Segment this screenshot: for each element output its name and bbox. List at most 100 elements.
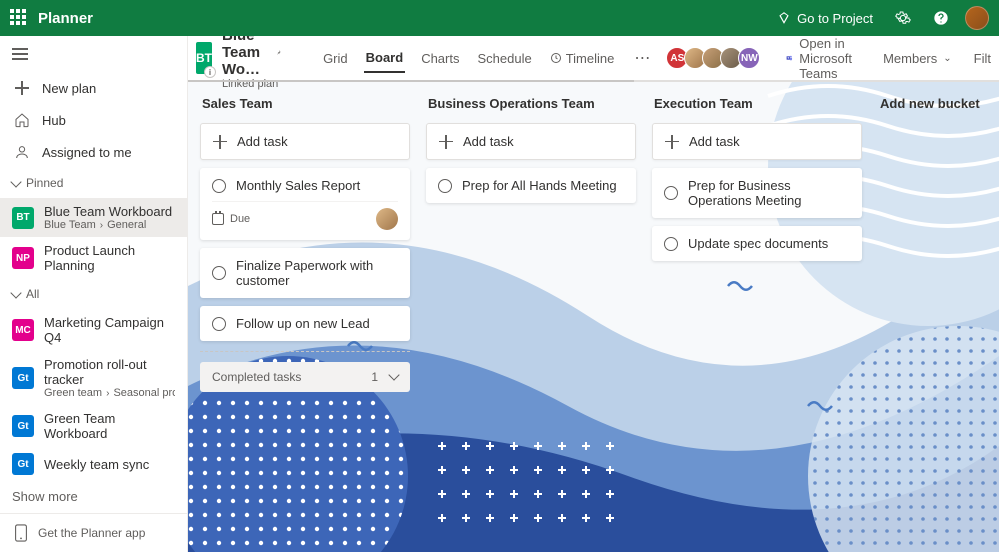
plan-sub-b: General	[107, 219, 146, 231]
breadcrumb-chevron-icon: ›	[100, 220, 103, 231]
plus-icon	[213, 135, 227, 149]
tab-board[interactable]: Board	[364, 44, 406, 73]
bucket-title[interactable]: Sales Team	[200, 92, 410, 115]
sidebar-plan-product-launch[interactable]: NP Product Launch Planning	[0, 237, 187, 279]
bucket-title[interactable]: Business Operations Team	[426, 92, 636, 115]
members-dropdown[interactable]: Members ⌄	[877, 47, 958, 70]
plan-title-text: Blue Team Wo…	[222, 36, 268, 78]
due-tag[interactable]: Due	[212, 213, 250, 225]
go-to-project-label: Go to Project	[797, 11, 873, 26]
gear-icon	[895, 10, 911, 26]
breadcrumb-chevron-icon: ›	[106, 388, 109, 399]
add-task-button[interactable]: Add task	[200, 123, 410, 160]
add-task-button[interactable]: Add task	[426, 123, 636, 160]
home-icon	[14, 112, 30, 128]
top-bar: Planner Go to Project	[0, 0, 999, 36]
task-complete-toggle[interactable]	[212, 179, 226, 193]
tab-timeline-label: Timeline	[566, 51, 615, 66]
task-title: Prep for All Hands Meeting	[462, 178, 617, 193]
plan-title: Blue Team Workboard	[44, 204, 172, 219]
tab-timeline[interactable]: Timeline	[548, 44, 617, 73]
help-button[interactable]	[927, 6, 955, 30]
sidebar-plan-weekly-sync[interactable]: Gt Weekly team sync	[0, 447, 187, 481]
task-complete-toggle[interactable]	[664, 186, 678, 200]
teams-icon: T	[786, 50, 793, 66]
plan-title: Promotion roll-out tracker	[44, 357, 175, 387]
members-label: Members	[883, 51, 937, 66]
all-section-header[interactable]: All	[0, 279, 187, 309]
plan-title: Marketing Campaign Q4	[44, 315, 175, 345]
add-bucket-area: Add new bucket	[878, 92, 982, 542]
task-complete-toggle[interactable]	[664, 237, 678, 251]
sidebar-plan-marketing[interactable]: MC Marketing Campaign Q4	[0, 309, 187, 351]
due-label: Due	[230, 213, 250, 225]
sidebar-toggle-button[interactable]	[0, 36, 40, 72]
assigned-label: Assigned to me	[42, 145, 132, 160]
plan-sub-a: Green team	[44, 387, 102, 399]
hub-button[interactable]: Hub	[0, 104, 187, 136]
add-bucket-button[interactable]: Add new bucket	[878, 92, 982, 115]
get-app-button[interactable]: Get the Planner app	[0, 513, 187, 552]
filters-button[interactable]: Filt	[968, 47, 997, 70]
sidebar-plan-green-team[interactable]: Gt Green Team Workboard	[0, 405, 187, 447]
task-card[interactable]: Follow up on new Lead	[200, 306, 410, 341]
pinned-label: Pinned	[26, 176, 63, 190]
sidebar: New plan Hub Assigned to me Pinned BT Bl…	[0, 36, 188, 552]
completed-label: Completed tasks	[212, 370, 301, 384]
bucket-title[interactable]: Execution Team	[652, 92, 862, 115]
add-task-label: Add task	[463, 134, 514, 149]
completed-count: 1	[371, 370, 378, 384]
app-launcher-icon[interactable]	[10, 9, 28, 27]
task-complete-toggle[interactable]	[212, 317, 226, 331]
more-tabs-button[interactable]: ⋯	[630, 44, 654, 73]
tab-charts[interactable]: Charts	[419, 44, 461, 73]
plan-title: Product Launch Planning	[44, 243, 175, 273]
member-avatars[interactable]: AS NW	[672, 47, 760, 69]
info-icon[interactable]: i	[204, 66, 216, 78]
premium-icon	[777, 11, 791, 25]
hub-label: Hub	[42, 113, 66, 128]
completed-tasks-toggle[interactable]: Completed tasks 1	[200, 362, 410, 392]
tab-grid[interactable]: Grid	[321, 44, 350, 73]
plan-badge: Gt	[12, 367, 34, 389]
task-title: Update spec documents	[688, 236, 828, 251]
member-avatar[interactable]: NW	[738, 47, 760, 69]
pin-icon[interactable]	[276, 46, 281, 59]
settings-button[interactable]	[889, 6, 917, 30]
sidebar-plan-promotion[interactable]: Gt Promotion roll-out tracker Green team…	[0, 351, 187, 405]
bucket-business-ops: Business Operations Team Add task Prep f…	[426, 92, 636, 542]
bucket-execution: Execution Team Add task Prep for Busines…	[652, 92, 862, 542]
show-more-button[interactable]: Show more	[0, 481, 187, 512]
plan-badge: MC	[12, 319, 34, 341]
assigned-to-me-button[interactable]: Assigned to me	[0, 136, 187, 168]
new-plan-button[interactable]: New plan	[0, 72, 187, 104]
open-in-teams-button[interactable]: T Open in Microsoft Teams	[780, 36, 867, 85]
task-card[interactable]: Prep for Business Operations Meeting	[652, 168, 862, 218]
pinned-section-header[interactable]: Pinned	[0, 168, 187, 198]
task-card[interactable]: Monthly Sales Report Due	[200, 168, 410, 240]
user-avatar[interactable]	[965, 6, 989, 30]
task-complete-toggle[interactable]	[438, 179, 452, 193]
app-title: Planner	[38, 10, 93, 27]
task-title: Monthly Sales Report	[236, 178, 360, 193]
board-header: BT i Blue Team Wo… Linked plan Grid Boar…	[188, 36, 999, 80]
task-card[interactable]: Update spec documents	[652, 226, 862, 261]
add-task-button[interactable]: Add task	[652, 123, 862, 160]
task-complete-toggle[interactable]	[212, 266, 226, 280]
clock-icon	[550, 52, 562, 64]
plan-badge: NP	[12, 247, 34, 269]
sidebar-plan-blue-team[interactable]: BT Blue Team Workboard Blue Team›General	[0, 198, 187, 237]
tab-schedule[interactable]: Schedule	[475, 44, 533, 73]
chevron-down-icon	[10, 176, 21, 187]
go-to-project-button[interactable]: Go to Project	[771, 7, 879, 30]
plan-tile-text: BT	[196, 51, 212, 65]
assignee-avatar[interactable]	[376, 208, 398, 230]
add-task-label: Add task	[689, 134, 740, 149]
calendar-icon	[212, 213, 224, 225]
task-card[interactable]: Prep for All Hands Meeting	[426, 168, 636, 203]
task-card[interactable]: Finalize Paperwork with customer	[200, 248, 410, 298]
plan-title: Green Team Workboard	[44, 411, 175, 441]
plan-tile[interactable]: BT i	[196, 42, 212, 74]
help-icon	[933, 10, 949, 26]
plan-sub-a: Blue Team	[44, 219, 96, 231]
